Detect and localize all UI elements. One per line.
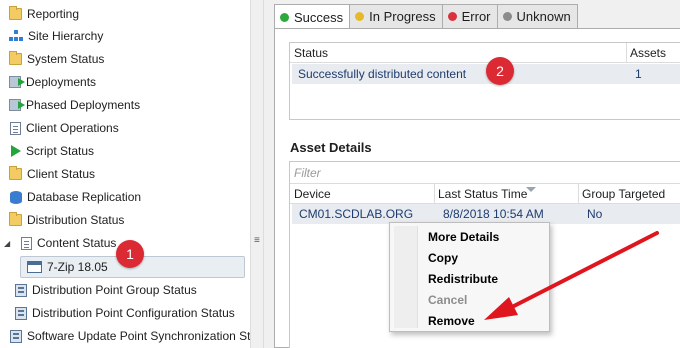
asset-table-header: Device Last Status Time Group Targeted — [290, 184, 680, 204]
nav-item-label: Script Status — [26, 144, 95, 158]
tab-error[interactable]: Error — [441, 4, 498, 28]
nav-item-distribution-status[interactable]: Distribution Status — [0, 209, 250, 231]
filter-input[interactable]: Filter — [290, 162, 680, 184]
deployment-icon — [9, 76, 25, 88]
column-divider[interactable] — [434, 184, 435, 204]
nav-item-label: Software Update Point Synchronization St… — [27, 329, 250, 343]
column-header-status[interactable]: Status — [294, 46, 328, 60]
group-targeted-cell: No — [587, 207, 603, 221]
expanded-arrow-icon[interactable]: ◢ — [4, 239, 10, 248]
nav-item-phased-deployments[interactable]: Phased Deployments — [0, 94, 250, 116]
nav-item-label: Reporting — [27, 7, 80, 21]
column-divider[interactable] — [626, 43, 627, 63]
deployment-icon — [9, 99, 25, 111]
tab-success[interactable]: Success — [274, 4, 351, 29]
folder-icon — [9, 166, 22, 180]
nav-item-script-status[interactable]: Script Status — [0, 140, 250, 162]
annotation-badge-1: 1 — [116, 240, 144, 268]
splitter-grip-icon[interactable]: ≡ — [254, 235, 262, 246]
status-table: Status Assets Successfully distributed c… — [289, 42, 680, 120]
status-tabs: Success In Progress Error Unknown — [274, 4, 578, 29]
assets-cell: 1 — [635, 67, 642, 81]
nav-item-database-replication[interactable]: Database Replication — [0, 186, 250, 208]
menu-item-copy[interactable]: Copy — [428, 251, 458, 265]
nav-item-label: Distribution Status — [27, 213, 125, 227]
tab-label: In Progress — [369, 9, 436, 24]
server-icon — [15, 306, 27, 320]
column-divider[interactable] — [578, 184, 579, 204]
nav-item-sup-sync-status[interactable]: Software Update Point Synchronization St… — [0, 325, 250, 347]
nav-item-system-status[interactable]: System Status — [0, 48, 250, 70]
nav-item-label: Client Status — [27, 167, 96, 181]
column-header-device[interactable]: Device — [294, 187, 331, 201]
document-icon — [21, 236, 32, 250]
nav-item-label: Distribution Point Configuration Status — [32, 306, 235, 320]
nav-item-site-hierarchy[interactable]: Site Hierarchy — [0, 25, 250, 47]
nav-item-label: Site Hierarchy — [28, 29, 104, 43]
document-icon — [10, 121, 21, 135]
context-menu: More Details Copy Redistribute Cancel Re… — [389, 222, 550, 332]
nav-item-client-operations[interactable]: Client Operations — [0, 117, 250, 139]
status-cell: Successfully distributed content — [298, 67, 467, 81]
tab-unknown[interactable]: Unknown — [496, 4, 578, 28]
server-icon — [10, 329, 22, 343]
hierarchy-icon — [9, 30, 23, 42]
menu-item-more-details[interactable]: More Details — [428, 230, 499, 244]
tab-label: Error — [461, 9, 491, 24]
unknown-dot-icon — [502, 12, 512, 21]
column-header-last-status-time[interactable]: Last Status Time — [438, 187, 527, 201]
nav-item-dp-group-status[interactable]: Distribution Point Group Status — [0, 279, 250, 301]
database-icon — [10, 190, 22, 204]
tab-label: Success — [294, 9, 344, 25]
in-progress-dot-icon — [355, 12, 365, 21]
menu-item-cancel: Cancel — [428, 293, 468, 307]
play-icon — [9, 145, 21, 157]
tab-in-progress[interactable]: In Progress — [349, 4, 443, 28]
device-cell: CM01.SCDLAB.ORG — [299, 207, 414, 221]
error-dot-icon — [447, 12, 457, 21]
nav-item-label: Content Status — [37, 236, 117, 250]
nav-item-dp-config-status[interactable]: Distribution Point Configuration Status — [0, 302, 250, 324]
nav-item-reporting[interactable]: Reporting — [0, 3, 250, 25]
folder-icon — [9, 212, 22, 226]
folder-icon — [9, 51, 22, 65]
column-header-group-targeted[interactable]: Group Targeted — [582, 187, 665, 201]
navigation-tree: Reporting Site Hierarchy System Status D… — [0, 0, 250, 348]
asset-details-title: Asset Details — [290, 140, 372, 155]
tab-label: Unknown — [516, 9, 571, 24]
filter-placeholder: Filter — [294, 166, 321, 180]
nav-item-label: Client Operations — [26, 121, 119, 135]
application-icon — [27, 261, 42, 273]
folder-icon — [9, 6, 22, 20]
table-row[interactable]: CM01.SCDLAB.ORG 8/8/2018 10:54 AM No — [292, 204, 680, 224]
status-table-header: Status Assets — [290, 43, 680, 63]
nav-item-label: 7-Zip 18.05 — [47, 260, 108, 274]
nav-item-client-status[interactable]: Client Status — [0, 163, 250, 185]
sort-descending-icon — [526, 187, 536, 192]
column-header-assets[interactable]: Assets — [630, 46, 666, 60]
last-status-time-cell: 8/8/2018 10:54 AM — [443, 207, 544, 221]
annotation-badge-2: 2 — [486, 57, 514, 85]
nav-item-deployments[interactable]: Deployments — [0, 71, 250, 93]
menu-item-redistribute[interactable]: Redistribute — [428, 272, 498, 286]
success-dot-icon — [280, 12, 289, 22]
nav-item-label: Distribution Point Group Status — [32, 283, 197, 297]
server-icon — [15, 283, 27, 297]
nav-item-label: Database Replication — [27, 190, 142, 204]
nav-item-label: Phased Deployments — [26, 98, 141, 112]
pane-splitter[interactable]: ≡ — [250, 0, 264, 348]
nav-item-label: Deployments — [26, 75, 97, 89]
menu-item-remove[interactable]: Remove — [428, 314, 475, 328]
menu-icon-gutter — [394, 226, 418, 328]
nav-item-label: System Status — [27, 52, 105, 66]
